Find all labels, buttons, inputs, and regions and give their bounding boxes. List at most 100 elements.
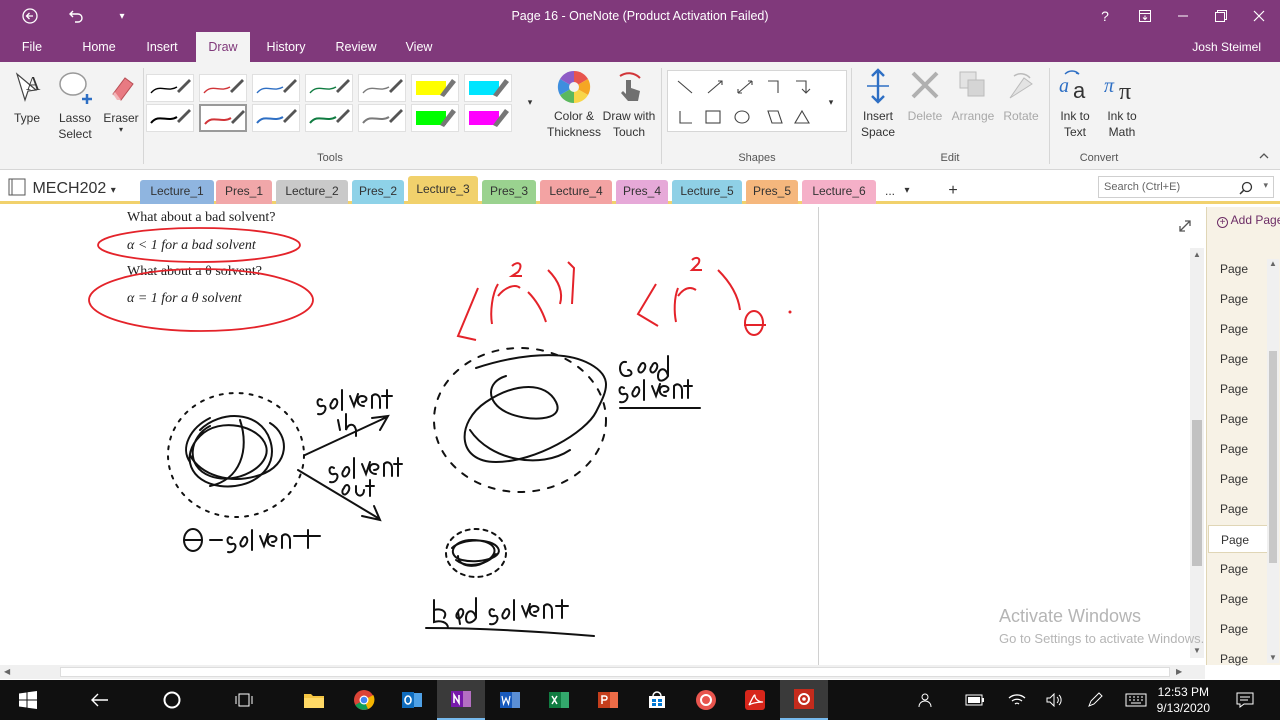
page-list-item[interactable]: Page [1208,555,1268,583]
pen-1-5[interactable] [358,74,406,102]
user-name[interactable]: Josh Steimel [1192,32,1261,62]
task-view-icon[interactable] [220,680,268,720]
taskbar-clock[interactable]: 12:53 PM 9/13/2020 [1157,684,1210,716]
tab-view[interactable]: View [396,32,442,62]
page-horizontal-scrollbar[interactable]: ◀ ▶ [0,665,1205,679]
scroll-down-icon[interactable]: ▼ [1193,646,1201,655]
section-tab-pres_1[interactable]: Pres_1 [216,180,272,204]
pen-1-3[interactable] [252,74,300,102]
highlighter-1-7[interactable] [464,74,512,102]
arrow-shape-icon[interactable] [707,80,723,94]
volume-icon[interactable] [1036,680,1074,720]
pen-2-4[interactable] [305,104,353,132]
wifi-icon[interactable] [998,680,1036,720]
file-explorer-icon[interactable] [290,680,338,720]
section-tab-lecture_5[interactable]: Lecture_5 [672,180,742,204]
expand-page-icon[interactable] [1178,219,1194,235]
line-shape-icon[interactable] [677,80,693,94]
battery-icon[interactable] [956,680,994,720]
page-list-scrollbar[interactable]: ▲ ▼ [1267,259,1279,663]
page-list-item[interactable]: Page [1208,615,1268,643]
pen-2-2[interactable] [199,104,247,132]
page-list-scroll-down-icon[interactable]: ▼ [1269,653,1277,662]
close-icon[interactable] [1236,0,1280,32]
store-icon[interactable] [633,680,681,720]
page-vertical-scrollbar[interactable]: ▲ ▼ [1190,248,1204,658]
section-tab-lecture_3[interactable]: Lecture_3 [408,176,478,204]
collapse-ribbon-icon[interactable] [1256,150,1272,166]
highlighter-1-6[interactable] [411,74,459,102]
tab-review[interactable]: Review [326,32,386,62]
onenote-icon[interactable] [437,680,485,720]
section-tab-pres_2[interactable]: Pres_2 [352,180,404,204]
parallelogram-shape-icon[interactable] [767,110,783,124]
arrange-button[interactable]: Arrange [950,68,996,124]
section-tab-lecture_1[interactable]: Lecture_1 [140,180,214,204]
pen-2-5[interactable] [358,104,406,132]
section-tab-lecture_4[interactable]: Lecture_4 [540,180,612,204]
section-tab-pres_5[interactable]: Pres_5 [746,180,798,204]
delete-button[interactable]: Delete [902,68,948,124]
search-scope-dropdown-icon[interactable]: ▾ [1263,180,1268,191]
word-icon[interactable] [486,680,534,720]
ink-drawing[interactable] [0,207,818,665]
add-page-button[interactable]: + Add Page [1217,213,1280,228]
page-list-item[interactable]: Page [1208,315,1268,343]
page-list-item[interactable]: Page [1208,585,1268,613]
recording-app-icon[interactable] [780,680,828,720]
pen-workspace-icon[interactable] [1076,680,1114,720]
section-tab-pres_3[interactable]: Pres_3 [482,180,536,204]
tab-file[interactable]: File [14,32,50,62]
pen-1-1[interactable] [146,74,194,102]
page-list-item[interactable]: Page [1208,345,1268,373]
notifications-icon[interactable] [1226,680,1264,720]
triangle-shape-icon[interactable] [794,109,810,124]
add-section-button[interactable]: + [940,180,966,204]
insert-space-button[interactable]: Insert Space [856,68,900,140]
color-thickness-button[interactable]: Color & Thickness [545,70,603,140]
section-tab-lecture_6[interactable]: Lecture_6 [802,180,876,204]
rectangle-shape-icon[interactable] [705,110,721,124]
tab-insert[interactable]: Insert [136,32,188,62]
page-list-item[interactable]: Page [1208,645,1268,673]
shapes-more-icon[interactable]: ▾ [826,94,836,110]
taskbar-back-icon[interactable] [76,680,124,720]
app-a-icon[interactable] [682,680,730,720]
search-input[interactable]: Search (Ctrl+E) ▾ [1098,176,1274,198]
page-list-item[interactable]: Page [1208,465,1268,493]
axis-arrow-shape-icon[interactable] [796,80,811,94]
type-button[interactable]: A Type [8,70,46,126]
page-list-scroll-thumb[interactable] [1269,351,1277,563]
pen-2-3[interactable] [252,104,300,132]
tab-home[interactable]: Home [72,32,126,62]
tab-draw[interactable]: Draw [196,32,250,62]
touch-keyboard-icon[interactable] [1116,680,1156,720]
ink-to-text-button[interactable]: a a Ink to Text [1052,68,1098,140]
more-sections-dropdown-icon[interactable]: ▾ [900,180,914,204]
page-list-item[interactable]: Page [1208,525,1268,553]
scroll-left-icon[interactable]: ◀ [4,667,10,676]
more-sections-button[interactable]: ... [878,180,902,204]
page-list-item[interactable]: Page [1208,405,1268,433]
rotate-button[interactable]: Rotate [998,68,1044,124]
highlighter-2-7[interactable] [464,104,512,132]
axis-shape-icon[interactable] [768,80,779,93]
page-canvas[interactable]: What about a bad solvent? α < 1 for a ba… [0,207,1205,665]
scroll-thumb[interactable] [1192,420,1202,566]
section-tab-pres_4[interactable]: Pres_4 [616,180,668,204]
double-arrow-shape-icon[interactable] [737,80,753,94]
page-list-item[interactable]: Page [1208,435,1268,463]
chrome-icon[interactable] [340,680,388,720]
acrobat-icon[interactable] [731,680,779,720]
scroll-thumb[interactable] [60,667,1170,677]
corner-shape-icon[interactable] [679,111,692,124]
start-button[interactable] [4,680,52,720]
page-list-item[interactable]: Page [1208,255,1268,283]
notebook-selector[interactable]: MECH202 ▾ [8,178,116,198]
tab-history[interactable]: History [258,32,314,62]
lasso-select-button[interactable]: Lasso Select [52,70,98,142]
cortana-icon[interactable] [148,680,196,720]
people-icon[interactable] [908,680,946,720]
eraser-button[interactable]: Eraser ▾ [100,70,142,134]
section-tab-lecture_2[interactable]: Lecture_2 [276,180,348,204]
